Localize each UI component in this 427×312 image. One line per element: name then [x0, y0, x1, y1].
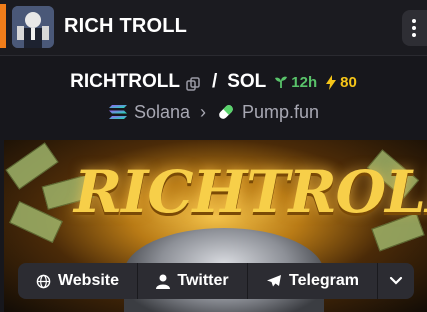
- dex-name[interactable]: Pump.fun: [242, 102, 319, 123]
- quote-symbol: SOL: [227, 71, 267, 92]
- lightning-icon: [326, 74, 337, 90]
- more-options-button[interactable]: [402, 10, 427, 46]
- pair-age: 12h: [274, 74, 317, 91]
- troll-avatar-icon: [12, 6, 54, 48]
- chain-name[interactable]: Solana: [134, 102, 190, 123]
- token-name: RICH TROLL: [64, 15, 188, 37]
- token-header: RICH TROLL: [0, 0, 427, 56]
- money-bill: [5, 142, 59, 190]
- social-links-bar: Website Twitter Telegram: [18, 263, 414, 299]
- website-label: Website: [57, 272, 120, 289]
- boost-badge[interactable]: 80: [325, 74, 357, 91]
- chevron-right-icon: ›: [200, 101, 206, 122]
- banner-title: RICHTROLL: [74, 158, 427, 226]
- chain-route: Solana › Pump.fun: [0, 98, 427, 126]
- pair-separator: /: [211, 71, 218, 92]
- header-accent-bar: [0, 4, 6, 48]
- telegram-button[interactable]: Telegram: [248, 263, 378, 299]
- pair-info: RICHTROLL / SOL 12h 80: [0, 66, 427, 98]
- twitter-button[interactable]: Twitter: [138, 263, 248, 299]
- boost-value: 80: [340, 73, 357, 91]
- sprout-icon: [275, 76, 288, 88]
- token-avatar: [12, 6, 54, 48]
- expand-links-button[interactable]: [378, 263, 414, 299]
- globe-icon: [36, 274, 51, 288]
- twitter-label: Twitter: [177, 272, 229, 289]
- telegram-label: Telegram: [289, 272, 359, 289]
- solana-icon: [108, 104, 128, 120]
- website-button[interactable]: Website: [18, 263, 138, 299]
- user-icon: [156, 274, 171, 289]
- telegram-icon: [267, 275, 282, 287]
- chevron-down-icon: [389, 276, 403, 285]
- copy-icon[interactable]: [186, 75, 200, 91]
- base-symbol: RICHTROLL: [70, 71, 180, 92]
- pill-icon: [216, 102, 236, 122]
- pair-age-value: 12h: [291, 73, 318, 91]
